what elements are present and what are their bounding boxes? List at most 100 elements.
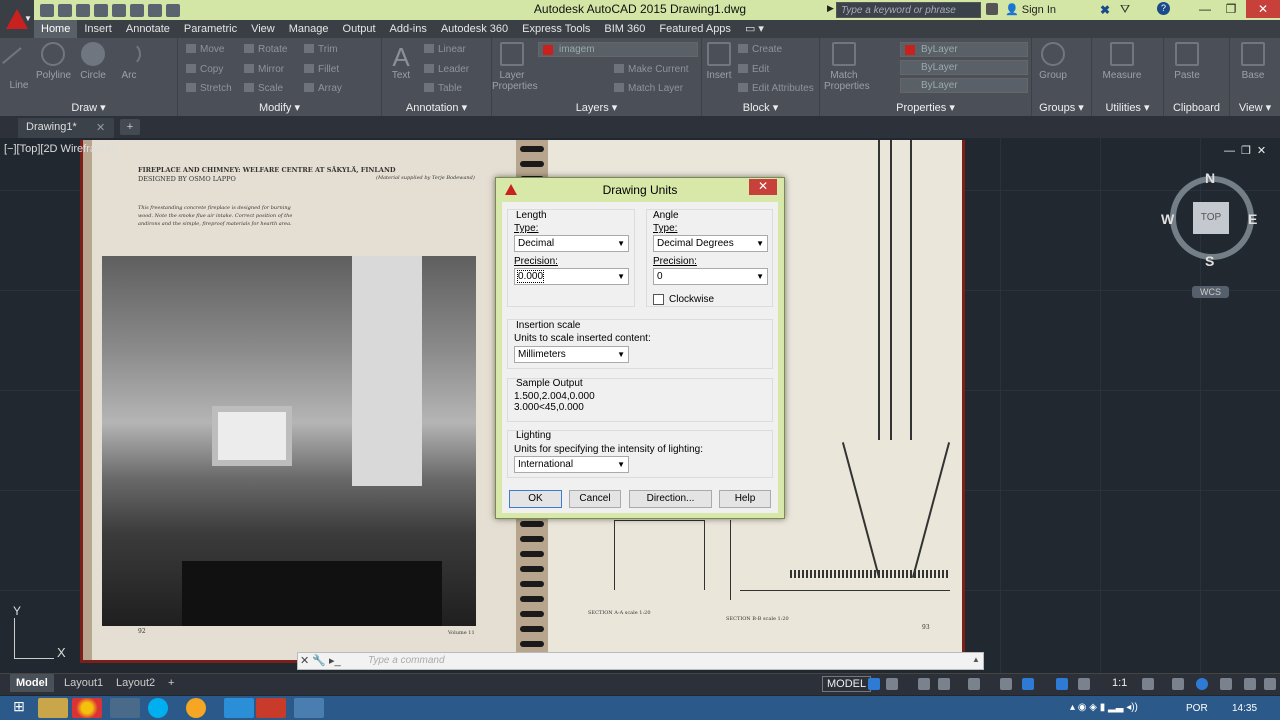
app-v-icon[interactable] xyxy=(186,698,206,718)
layer-properties-tool[interactable]: Layer Properties xyxy=(492,42,538,92)
tab-express-tools[interactable]: Express Tools xyxy=(515,20,597,38)
arc-tool[interactable]: Arc xyxy=(112,42,146,81)
layout-tab-model[interactable]: Model xyxy=(10,674,54,692)
plot-icon[interactable] xyxy=(112,3,126,17)
match-properties-tool[interactable]: Match Properties xyxy=(824,42,870,92)
windows-start-icon[interactable]: ⊞ xyxy=(4,698,34,718)
tab-parametric[interactable]: Parametric xyxy=(177,20,244,38)
fillet-tool[interactable]: Fillet xyxy=(304,64,339,75)
annotation-monitor-icon[interactable] xyxy=(1172,678,1184,690)
viewport-window-controls[interactable]: —❐✕ xyxy=(1224,144,1272,157)
block-panel-title[interactable]: Block ▾ xyxy=(702,101,819,114)
restore-icon[interactable]: ❐ xyxy=(1218,0,1244,18)
scale-tool[interactable]: Scale xyxy=(244,83,283,94)
object-snap-tracking-icon[interactable] xyxy=(1000,678,1012,690)
move-tool[interactable]: Move xyxy=(186,44,224,55)
insert-block-tool[interactable]: Insert xyxy=(702,42,736,81)
isometric-drafting-icon[interactable] xyxy=(968,678,980,690)
viewcube-west[interactable]: W xyxy=(1161,211,1174,227)
line-tool[interactable]: Line xyxy=(2,42,36,91)
measure-tool[interactable]: Measure xyxy=(1100,42,1144,81)
tab-home[interactable]: Home xyxy=(34,20,78,38)
direction-button[interactable]: Direction... xyxy=(629,490,712,508)
autoscale-icon[interactable] xyxy=(1078,678,1090,690)
close-icon[interactable]: ✕ xyxy=(1246,0,1280,18)
application-menu-button[interactable]: ▼ xyxy=(0,0,34,38)
add-layout-button[interactable]: + xyxy=(162,674,180,692)
mirror-tool[interactable]: Mirror xyxy=(244,64,284,75)
viewcube-east[interactable]: E xyxy=(1248,211,1257,227)
layout-tab-layout2[interactable]: Layout2 xyxy=(110,674,161,692)
tab-view[interactable]: View xyxy=(244,20,282,38)
wcs-menu[interactable]: WCS xyxy=(1192,286,1229,298)
array-tool[interactable]: Array xyxy=(304,83,342,94)
draw-panel-title[interactable]: Draw ▾ xyxy=(0,101,177,114)
copy-tool[interactable]: Copy xyxy=(186,64,223,75)
base-view-tool[interactable]: Base xyxy=(1236,42,1270,81)
minimize-icon[interactable]: — xyxy=(1192,0,1218,18)
calculator-icon[interactable] xyxy=(110,698,140,718)
help-button[interactable]: Help xyxy=(719,490,771,508)
color-dropdown[interactable]: ByLayer xyxy=(900,42,1028,57)
sign-in-button[interactable]: 👤 Sign In xyxy=(1005,3,1056,16)
clockwise-checkbox[interactable] xyxy=(653,294,664,305)
annotation-visibility-icon[interactable] xyxy=(1056,678,1068,690)
viewcube-top-face[interactable]: TOP xyxy=(1193,202,1229,234)
linetype-dropdown[interactable]: ByLayer xyxy=(900,60,1028,75)
ribbon-options-icon[interactable]: ▭ ▾ xyxy=(738,20,771,38)
customization-icon[interactable] xyxy=(1264,678,1276,690)
object-snap-icon[interactable] xyxy=(1022,678,1034,690)
tab-output[interactable]: Output xyxy=(336,20,383,38)
help-icon[interactable]: ? xyxy=(1157,2,1170,15)
tab-add-ins[interactable]: Add-ins xyxy=(383,20,434,38)
tab-insert[interactable]: Insert xyxy=(77,20,119,38)
trim-tool[interactable]: Trim xyxy=(304,44,338,55)
snap-mode-icon[interactable] xyxy=(886,678,898,690)
redo-icon[interactable] xyxy=(148,3,162,17)
groups-panel-title[interactable]: Groups ▾ xyxy=(1032,101,1091,114)
edit-attributes-tool[interactable]: Edit Attributes xyxy=(738,83,814,94)
shield-app-icon[interactable] xyxy=(224,698,254,718)
tab-annotate[interactable]: Annotate xyxy=(119,20,177,38)
length-precision-select[interactable]: 0.000 ▼ xyxy=(514,268,629,285)
properties-panel-title[interactable]: Properties ▾ xyxy=(820,101,1031,114)
save-as-icon[interactable] xyxy=(94,3,108,17)
match-layer-tool[interactable]: Match Layer xyxy=(614,83,683,94)
clipboard-panel-title[interactable]: Clipboard xyxy=(1164,102,1229,114)
create-block-tool[interactable]: Create xyxy=(738,44,782,55)
tab-manage[interactable]: Manage xyxy=(282,20,336,38)
tab-autodesk-360[interactable]: Autodesk 360 xyxy=(434,20,515,38)
layout-tab-layout1[interactable]: Layout1 xyxy=(58,674,109,692)
wrench-icon[interactable]: 🔧 xyxy=(312,655,326,667)
search-expand-icon[interactable]: ▶ xyxy=(827,3,834,14)
chrome-icon[interactable] xyxy=(72,698,102,718)
language-indicator[interactable]: POR xyxy=(1186,703,1208,714)
skype-icon[interactable] xyxy=(148,698,168,718)
layers-panel-title[interactable]: Layers ▾ xyxy=(492,101,701,114)
table-tool[interactable]: Table xyxy=(424,83,462,94)
annotation-panel-title[interactable]: Annotation ▾ xyxy=(382,101,491,114)
lineweight-dropdown[interactable]: ByLayer xyxy=(900,78,1028,93)
command-prompt-icon[interactable]: ▸_ xyxy=(329,655,341,667)
save-icon[interactable] xyxy=(76,3,90,17)
edit-block-tool[interactable]: Edit xyxy=(738,64,769,75)
search-input[interactable]: Type a keyword or phrase xyxy=(836,2,981,18)
angle-precision-select[interactable]: 0 ▼ xyxy=(653,268,768,285)
lighting-units-select[interactable]: International ▼ xyxy=(514,456,629,473)
annotation-scale[interactable]: 1:1 xyxy=(1112,677,1127,689)
command-input[interactable]: Type a command xyxy=(368,655,445,666)
customize-quick-access-icon[interactable] xyxy=(166,3,180,17)
view-panel-title[interactable]: View ▾ xyxy=(1230,101,1280,114)
polar-tracking-icon[interactable] xyxy=(938,678,950,690)
tray-icons[interactable]: ▴ ◉ ◈ ▮ ▂▃ ◂)) xyxy=(1070,702,1138,713)
close-icon[interactable]: ✕ xyxy=(300,655,309,667)
clock[interactable]: 14:35 xyxy=(1232,703,1257,714)
undo-icon[interactable] xyxy=(130,3,144,17)
layer-dropdown[interactable]: imagem xyxy=(538,42,698,57)
clean-screen-icon[interactable] xyxy=(1244,678,1256,690)
text-tool[interactable]: A Text xyxy=(384,42,418,81)
utilities-panel-title[interactable]: Utilities ▾ xyxy=(1092,101,1163,114)
leader-tool[interactable]: Leader xyxy=(424,64,469,75)
circle-tool[interactable]: Circle xyxy=(76,42,110,81)
hardware-acceleration-icon[interactable] xyxy=(1220,678,1232,690)
